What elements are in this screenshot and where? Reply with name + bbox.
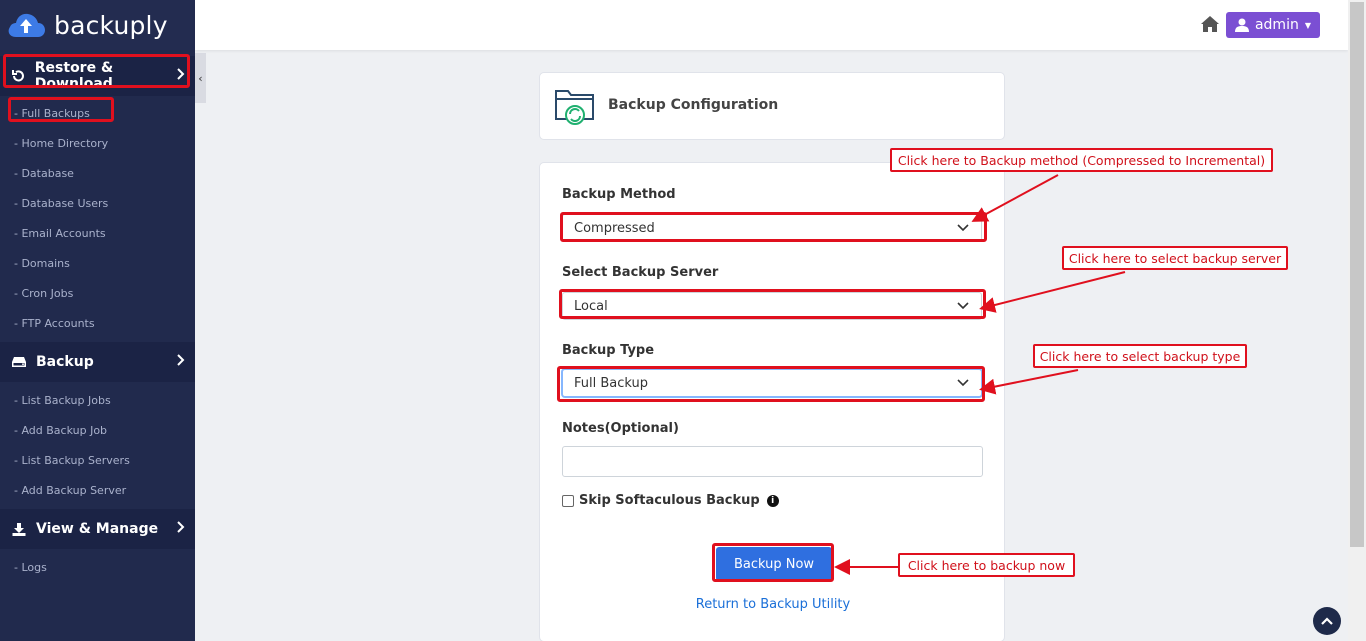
- drive-icon: [10, 356, 28, 368]
- backup-type-label: Backup Type: [562, 343, 655, 358]
- sidebar-collapse-toggle[interactable]: ‹: [195, 53, 206, 103]
- sidebar-item-home-directory[interactable]: - Home Directory: [0, 128, 195, 158]
- admin-menu-button[interactable]: admin ▼: [1225, 12, 1320, 38]
- skip-softaculous-checkbox[interactable]: [562, 494, 574, 507]
- skip-softaculous-row[interactable]: Skip Softaculous Backup i: [562, 493, 779, 508]
- sidebar-item-add-backup-server[interactable]: - Add Backup Server: [0, 475, 195, 505]
- nav-section-view-manage[interactable]: View & Manage: [0, 509, 195, 549]
- info-icon[interactable]: i: [766, 494, 779, 507]
- backup-configuration-card: Backup Configuration: [539, 72, 1005, 140]
- scroll-to-top-button[interactable]: [1313, 607, 1341, 635]
- sidebar-item-list-backup-servers[interactable]: - List Backup Servers: [0, 445, 195, 475]
- page-scrollbar[interactable]: [1348, 0, 1366, 641]
- callout-backup-now: Click here to backup now: [898, 553, 1075, 577]
- nav-section-label: View & Manage: [36, 521, 159, 537]
- notes-input[interactable]: [562, 446, 983, 477]
- brand-name: backuply: [54, 10, 168, 40]
- nav-section-label: Backup: [36, 354, 94, 370]
- top-bar: admin ▼: [195, 0, 1348, 50]
- notes-label: Notes(Optional): [562, 421, 679, 436]
- chevron-up-icon: [1321, 616, 1333, 626]
- home-icon[interactable]: [1200, 15, 1220, 33]
- chevron-right-icon: [177, 354, 185, 370]
- callout-backup-type: Click here to select backup type: [1033, 344, 1247, 368]
- sidebar-item-database[interactable]: - Database: [0, 158, 195, 188]
- highlight-restore-download: [3, 54, 190, 88]
- sidebar-item-list-backup-jobs[interactable]: - List Backup Jobs: [0, 385, 195, 415]
- sidebar-item-email-accounts[interactable]: - Email Accounts: [0, 218, 195, 248]
- folder-sync-icon: [553, 83, 597, 127]
- download-icon: [10, 522, 28, 536]
- user-icon: [1234, 18, 1249, 32]
- highlight-backup-server: [559, 289, 986, 319]
- sidebar-item-database-users[interactable]: - Database Users: [0, 188, 195, 218]
- highlight-backup-method: [560, 212, 987, 242]
- highlight-backup-type: [557, 366, 985, 402]
- chevron-right-icon: [177, 521, 185, 537]
- highlight-full-backups: [8, 97, 114, 122]
- admin-label: admin: [1254, 17, 1299, 33]
- page-title: Backup Configuration: [608, 97, 779, 113]
- sidebar-item-logs[interactable]: - Logs: [0, 552, 195, 582]
- backup-server-label: Select Backup Server: [562, 265, 719, 280]
- backup-method-label: Backup Method: [562, 187, 676, 202]
- skip-softaculous-label: Skip Softaculous Backup: [579, 493, 760, 508]
- sidebar-item-add-backup-job[interactable]: - Add Backup Job: [0, 415, 195, 445]
- scrollbar-thumb[interactable]: [1350, 2, 1364, 547]
- brand-logo[interactable]: backuply: [0, 0, 195, 50]
- callout-backup-method: Click here to Backup method (Compressed …: [890, 148, 1273, 172]
- highlight-backup-now: [712, 543, 834, 582]
- cloud-upload-icon: [6, 10, 46, 40]
- return-to-backup-utility-link[interactable]: Return to Backup Utility: [540, 597, 1006, 612]
- sidebar-item-ftp-accounts[interactable]: - FTP Accounts: [0, 308, 195, 338]
- sidebar-item-domains[interactable]: - Domains: [0, 248, 195, 278]
- caret-down-icon: ▼: [1304, 20, 1311, 30]
- sidebar-item-cron-jobs[interactable]: - Cron Jobs: [0, 278, 195, 308]
- callout-backup-server: Click here to select backup server: [1062, 246, 1288, 270]
- nav-section-backup[interactable]: Backup: [0, 342, 195, 382]
